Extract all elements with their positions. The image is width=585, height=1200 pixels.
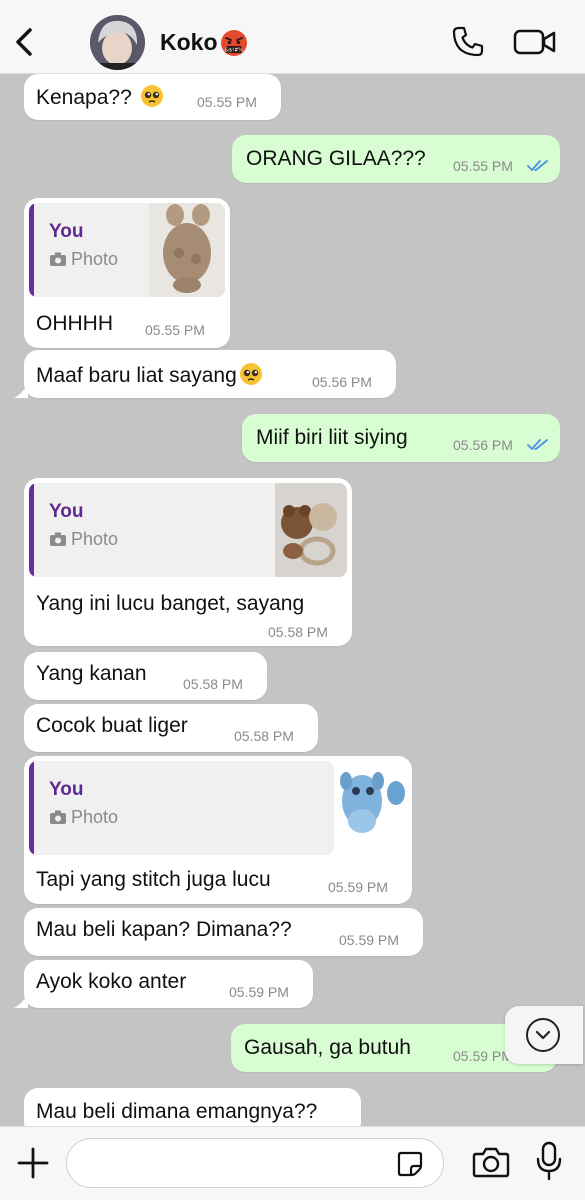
message-time: 05.58 PM xyxy=(268,624,328,640)
message-incoming-reply[interactable]: You Photo OHHHH 05.55 PM xyxy=(24,198,230,348)
camera-icon xyxy=(50,252,66,266)
face-with-symbols-on-mouth-icon: &$!#% xyxy=(221,30,247,56)
message-time: 05.55 PM xyxy=(197,94,257,110)
message-incoming[interactable]: Mau beli dimana emangnya?? xyxy=(24,1088,361,1126)
message-time: 05.56 PM xyxy=(453,437,513,453)
message-incoming[interactable]: Ayok koko anter 05.59 PM xyxy=(14,960,313,1008)
message-text: OHHHH xyxy=(36,312,113,335)
message-time: 05.59 PM xyxy=(339,932,399,948)
message-text: Mau beli kapan? Dimana?? xyxy=(36,918,292,941)
message-time: 05.59 PM xyxy=(229,984,289,1000)
message-time: 05.59 PM xyxy=(328,879,388,895)
message-text: ORANG GILAA??? xyxy=(246,147,426,170)
contact-name[interactable]: Koko xyxy=(160,29,218,56)
message-time: 05.58 PM xyxy=(183,676,243,692)
phone-icon[interactable] xyxy=(450,24,486,60)
message-incoming[interactable]: Kenapa?? 05.55 PM xyxy=(24,74,281,120)
scroll-to-bottom-button[interactable] xyxy=(505,1006,583,1064)
bubble-tail xyxy=(14,384,28,398)
quoted-message[interactable]: You Photo xyxy=(29,761,334,855)
message-text: Yang kanan xyxy=(36,662,147,685)
microphone-icon[interactable] xyxy=(535,1141,563,1181)
quote-author: You xyxy=(49,221,84,242)
quote-bar xyxy=(29,761,34,855)
chevron-down-icon xyxy=(526,1018,560,1052)
message-outgoing[interactable]: ORANG GILAA??? 05.55 PM xyxy=(232,135,560,183)
bubble-tail xyxy=(14,994,28,1008)
quote-author: You xyxy=(49,779,84,800)
message-incoming-reply[interactable]: You Photo Tapi yang stitch juga lucu 05.… xyxy=(24,756,412,904)
message-incoming[interactable]: Maaf baru liat sayang 05.56 PM xyxy=(14,350,396,398)
video-camera-icon[interactable] xyxy=(513,26,557,58)
message-text: Maaf baru liat sayang xyxy=(36,364,237,387)
quote-type: Photo xyxy=(71,249,119,269)
quoted-message[interactable]: You Photo xyxy=(29,483,347,577)
camera-icon xyxy=(50,810,66,824)
message-text: Cocok buat liger xyxy=(36,714,188,737)
message-input[interactable] xyxy=(66,1138,444,1188)
composer-bar xyxy=(0,1126,585,1200)
message-time: 05.56 PM xyxy=(312,374,372,390)
quote-bar xyxy=(29,203,34,297)
message-text: Gausah, ga butuh xyxy=(244,1036,411,1059)
message-list[interactable]: Kenapa?? 05.55 PM ORANG GILAA??? 05.55 P… xyxy=(0,74,585,1126)
message-text: Tapi yang stitch juga lucu xyxy=(36,868,271,891)
sticker-icon[interactable] xyxy=(396,1150,424,1178)
svg-text:&$!#%: &$!#% xyxy=(225,48,243,54)
camera-icon xyxy=(50,532,66,546)
message-text: Ayok koko anter xyxy=(36,970,187,993)
quote-bar xyxy=(29,483,34,577)
plus-icon[interactable] xyxy=(15,1145,51,1181)
chat-header: Koko &$!#% xyxy=(0,0,585,74)
read-receipt-icon xyxy=(527,160,548,172)
quote-author: You xyxy=(49,501,84,522)
message-text: Kenapa?? xyxy=(36,86,138,109)
avatar[interactable] xyxy=(90,15,145,70)
message-incoming-reply[interactable]: You Photo Yang ini lucu banget, sayang 0… xyxy=(24,478,352,646)
message-incoming[interactable]: Cocok buat liger 05.58 PM xyxy=(24,704,318,752)
message-text: Yang ini lucu banget, sayang xyxy=(36,592,305,615)
pleading-face-icon xyxy=(239,363,262,385)
message-text: Mau beli dimana emangnya?? xyxy=(36,1100,318,1123)
message-outgoing[interactable]: Miif biri liit siying 05.56 PM xyxy=(242,414,560,462)
quoted-message[interactable]: You Photo xyxy=(29,203,225,297)
photo-thumbnail xyxy=(334,761,408,855)
message-time: 05.59 PM xyxy=(453,1048,513,1064)
back-button[interactable] xyxy=(8,22,40,62)
message-incoming[interactable]: Mau beli kapan? Dimana?? 05.59 PM xyxy=(24,908,423,956)
pleading-face-icon xyxy=(140,85,163,107)
message-time: 05.58 PM xyxy=(234,728,294,744)
quote-type: Photo xyxy=(71,807,119,827)
photo-thumbnail xyxy=(149,203,225,297)
read-receipt-icon xyxy=(527,439,548,451)
message-time: 05.55 PM xyxy=(453,158,513,174)
camera-icon[interactable] xyxy=(472,1145,510,1179)
message-incoming[interactable]: Yang kanan 05.58 PM xyxy=(24,652,267,700)
message-text: Miif biri liit siying xyxy=(256,426,408,449)
message-time: 05.55 PM xyxy=(145,322,205,338)
quote-type: Photo xyxy=(71,529,119,549)
photo-thumbnail xyxy=(275,483,347,577)
